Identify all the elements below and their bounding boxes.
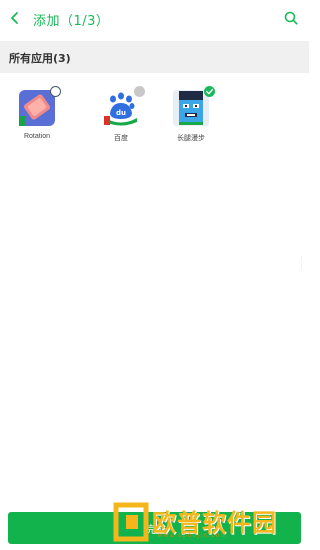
app-picker-screen: 添加（1/3） 所有应用(3) Rotation du 百度 长腿漫步 ⋮ ⋮ … bbox=[0, 0, 309, 550]
svg-text:du: du bbox=[116, 109, 126, 117]
app-label: 长腿漫步 bbox=[177, 135, 205, 142]
long-legs-game-icon bbox=[172, 86, 215, 127]
confirm-button[interactable]: 完成 bbox=[8, 512, 301, 544]
chevron-left-icon bbox=[11, 12, 18, 24]
page-title: 添加（1/3） bbox=[33, 14, 110, 29]
app-item-long-legs[interactable]: 长腿漫步 bbox=[159, 86, 223, 143]
baidu-app-icon: du bbox=[102, 86, 145, 127]
search-button[interactable] bbox=[282, 9, 300, 27]
checkmark-icon bbox=[204, 86, 215, 97]
back-button[interactable] bbox=[6, 9, 24, 27]
app-label: Rotation bbox=[23, 133, 51, 140]
app-item-rotation[interactable]: Rotation bbox=[5, 86, 69, 140]
section-title: 所有应用(3) bbox=[9, 52, 71, 65]
rotation-app-icon bbox=[18, 86, 61, 127]
app-label: 百度 bbox=[114, 135, 128, 142]
confirm-label: 完成 bbox=[146, 525, 166, 536]
header-bar: 添加（1/3） bbox=[0, 0, 309, 37]
section-header: 所有应用(3) bbox=[0, 41, 309, 73]
search-icon bbox=[284, 11, 298, 25]
app-item-baidu[interactable]: du 百度 bbox=[89, 86, 153, 143]
edge-handle[interactable]: ⋮ ⋮ bbox=[299, 255, 305, 271]
